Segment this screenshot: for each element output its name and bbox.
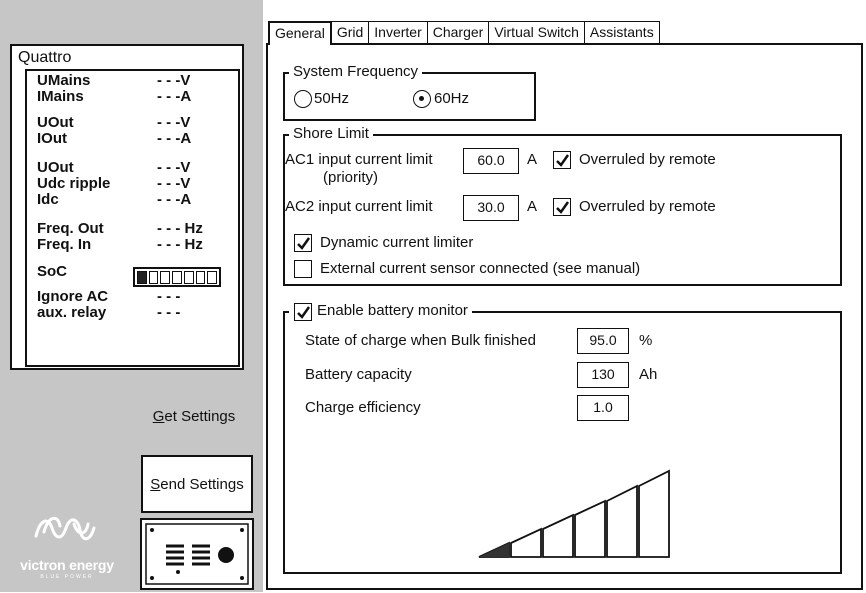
- radio-60hz-label: 60Hz: [434, 90, 470, 107]
- ac1-unit: A: [527, 151, 538, 168]
- soc-segment: [160, 270, 171, 284]
- metric-label-soc: SoC: [37, 263, 67, 280]
- radio-50hz[interactable]: [294, 90, 312, 108]
- logo-subtext: BLUE POWER: [40, 574, 94, 580]
- send-settings-accesskey: S: [150, 475, 161, 493]
- victron-waves-icon: [34, 516, 96, 541]
- metric-label-aux-relay: aux. relay: [37, 304, 107, 321]
- ac2-unit: A: [527, 198, 538, 215]
- system-frequency-group: System Frequency 50Hz 60Hz: [283, 63, 536, 121]
- metric-label-uout-dc: UOut: [37, 159, 74, 176]
- metric-label-udc-ripple: Udc ripple: [37, 175, 111, 192]
- soc-segment: [195, 270, 206, 284]
- shore-limit-group: Shore Limit AC1 input current limit (pri…: [283, 125, 842, 286]
- radio-60hz[interactable]: [413, 90, 431, 108]
- metric-label-uout: UOut: [37, 114, 74, 131]
- metric-label-freq-out: Freq. Out: [37, 220, 104, 237]
- soc-segment: [183, 270, 194, 284]
- device-panel-icon[interactable]: [140, 518, 254, 590]
- dynamic-limiter-checkbox[interactable]: [294, 234, 312, 252]
- ac2-limit-label: AC2 input current limit: [285, 198, 433, 215]
- soc-segment: [172, 270, 182, 284]
- get-settings-accesskey: G: [152, 408, 165, 425]
- radio-50hz-label: 50Hz: [314, 90, 350, 107]
- metric-value-aux-relay: - - -: [157, 304, 181, 321]
- metric-label-iout: IOut: [37, 130, 67, 147]
- tab-charger[interactable]: Charger: [426, 21, 490, 43]
- battery-monitor-legend: Enable battery monitor: [289, 302, 472, 320]
- device-title: Quattro: [18, 49, 72, 66]
- shore-limit-legend: Shore Limit: [289, 125, 373, 143]
- ac1-limit-label: AC1 input current limit: [285, 151, 433, 168]
- victron-logo: victron energy BLUE POWER: [8, 500, 126, 584]
- tab-assistants[interactable]: Assistants: [583, 21, 660, 43]
- battery-level-graphic-icon: [478, 469, 670, 558]
- device-status-box: Quattro UMains - - -V IMains - - -A UOut…: [10, 44, 244, 370]
- ac1-limit-input[interactable]: 60.0: [463, 148, 519, 174]
- soc-segment: [207, 270, 218, 284]
- charge-efficiency-input[interactable]: 1.0: [577, 395, 629, 421]
- get-settings-button[interactable]: Get Settings: [142, 408, 246, 428]
- metric-value-idc: - - -A: [157, 191, 192, 208]
- ac2-override-checkbox[interactable]: [553, 198, 571, 216]
- logo-text: victron energy: [20, 557, 114, 573]
- tab-general[interactable]: General: [268, 21, 332, 45]
- metric-value-uout-dc: - - -V: [157, 159, 191, 176]
- battery-monitor-checkbox[interactable]: [294, 303, 312, 321]
- metric-value-imains: - - -A: [157, 88, 192, 105]
- metric-label-idc: Idc: [37, 191, 59, 208]
- tab-bar: General Grid Inverter Charger Virtual Sw…: [268, 21, 660, 45]
- metric-value-iout: - - -A: [157, 130, 192, 147]
- ac2-override-label: Overruled by remote: [579, 198, 716, 215]
- metric-value-umains: - - -V: [157, 72, 191, 89]
- soc-segment: [148, 270, 159, 284]
- dynamic-limiter-label: Dynamic current limiter: [320, 234, 474, 251]
- external-sensor-checkbox[interactable]: [294, 260, 312, 278]
- metric-label-umains: UMains: [37, 72, 91, 89]
- ac1-override-checkbox[interactable]: [553, 151, 571, 169]
- send-settings-button[interactable]: Send Settings: [141, 455, 253, 513]
- battery-capacity-label: Battery capacity: [305, 366, 412, 383]
- metric-value-udc-ripple: - - -V: [157, 175, 191, 192]
- metric-value-ignore-ac: - - -: [157, 288, 181, 305]
- general-tab-panel: System Frequency 50Hz 60Hz Shore Limit A…: [266, 43, 863, 590]
- ac2-limit-input[interactable]: 30.0: [463, 195, 519, 221]
- soc-bulk-input[interactable]: 95.0: [577, 328, 629, 354]
- external-sensor-label: External current sensor connected (see m…: [320, 260, 641, 277]
- ac1-priority-label: (priority): [323, 169, 378, 186]
- system-frequency-legend: System Frequency: [289, 63, 423, 81]
- metric-value-freq-out: - - - Hz: [157, 220, 203, 237]
- metric-label-ignore-ac: Ignore AC: [37, 288, 109, 305]
- battery-capacity-input[interactable]: 130: [577, 362, 629, 388]
- soc-bar: [133, 267, 221, 287]
- metric-value-freq-in: - - - Hz: [157, 236, 203, 253]
- soc-bulk-label: State of charge when Bulk finished: [305, 332, 536, 349]
- get-settings-label: et Settings: [164, 408, 236, 425]
- tab-grid[interactable]: Grid: [330, 21, 370, 43]
- tab-inverter[interactable]: Inverter: [368, 21, 428, 43]
- soc-segment: [137, 270, 147, 284]
- ac1-override-label: Overruled by remote: [579, 151, 716, 168]
- charge-efficiency-label: Charge efficiency: [305, 399, 421, 416]
- battery-monitor-group: Enable battery monitor State of charge w…: [283, 302, 842, 574]
- device-metrics: UMains - - -V IMains - - -A UOut - - -V …: [25, 69, 240, 367]
- send-settings-label: end Settings: [160, 475, 244, 493]
- metric-value-uout: - - -V: [157, 114, 191, 131]
- battery-capacity-unit: Ah: [639, 366, 658, 383]
- soc-bulk-unit: %: [639, 332, 653, 349]
- tab-virtual-switch[interactable]: Virtual Switch: [488, 21, 585, 43]
- metric-label-freq-in: Freq. In: [37, 236, 92, 253]
- metric-label-imains: IMains: [37, 88, 84, 105]
